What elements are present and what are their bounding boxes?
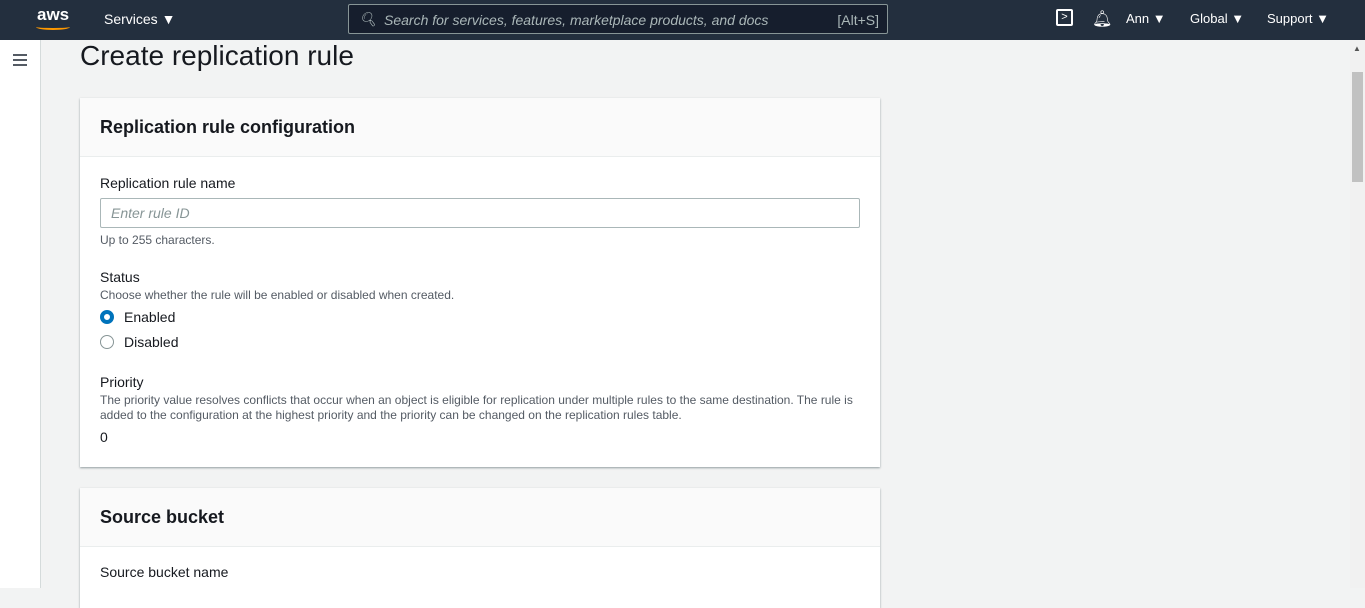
status-desc: Choose whether the rule will be enabled …	[100, 288, 455, 302]
source-bucket-name-label: Source bucket name	[100, 564, 229, 580]
priority-label: Priority	[100, 374, 144, 390]
status-disabled-radio[interactable]: Disabled	[100, 334, 178, 350]
side-nav	[0, 40, 41, 588]
rule-name-label: Replication rule name	[100, 175, 236, 191]
search-icon: 🔍︎	[359, 11, 377, 27]
priority-value: 0	[100, 429, 108, 445]
status-enabled-radio[interactable]: Enabled	[100, 309, 175, 325]
replication-config-panel: Replication rule configuration Replicati…	[80, 98, 880, 467]
scrollbar[interactable]: ▲	[1350, 40, 1365, 588]
scroll-up-icon[interactable]: ▲	[1353, 44, 1361, 53]
aws-logo[interactable]: aws	[37, 5, 69, 25]
rule-name-input[interactable]: Enter rule ID	[100, 198, 860, 228]
top-nav: aws Services ▼ 🔍︎ Search for services, fe…	[0, 0, 1365, 40]
region-menu[interactable]: Global ▼	[1190, 11, 1244, 26]
status-label: Status	[100, 269, 140, 285]
priority-desc: The priority value resolves conflicts th…	[100, 393, 853, 422]
rule-name-hint: Up to 255 characters.	[100, 233, 215, 247]
aws-smile-icon	[36, 24, 70, 30]
user-menu[interactable]: Ann ▼	[1126, 11, 1166, 26]
menu-icon[interactable]	[13, 54, 27, 56]
scrollbar-thumb[interactable]	[1352, 72, 1363, 182]
source-bucket-panel: Source bucket Source bucket name	[80, 488, 880, 608]
support-menu[interactable]: Support ▼	[1267, 11, 1329, 26]
services-menu[interactable]: Services ▼	[104, 11, 175, 27]
search-input[interactable]: 🔍︎ Search for services, features, marketp…	[348, 4, 888, 34]
page-title: Create replication rule	[80, 40, 354, 71]
cloudshell-icon[interactable]: >	[1056, 9, 1073, 26]
panel-title: Source bucket	[80, 488, 880, 547]
panel-title: Replication rule configuration	[80, 98, 880, 157]
bell-icon[interactable]: 🔔︎	[1092, 9, 1112, 29]
